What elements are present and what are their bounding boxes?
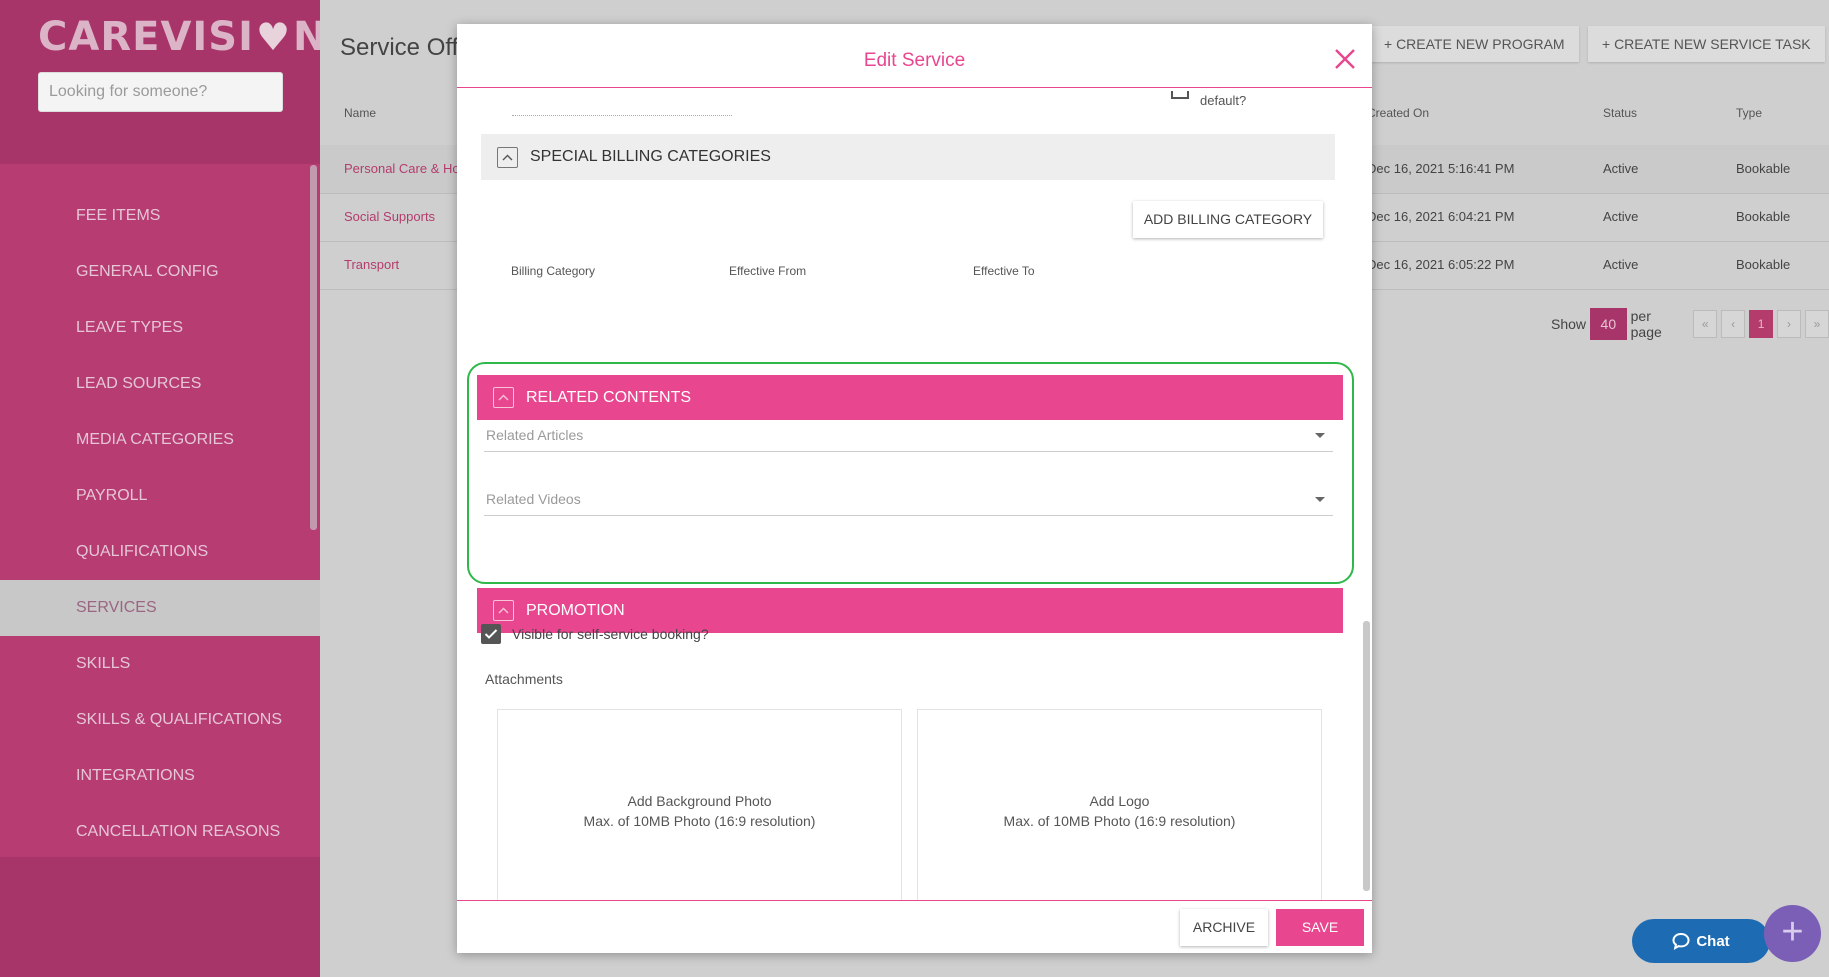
billing-section-title: SPECIAL BILLING CATEGORIES: [530, 148, 771, 165]
logo-upload-title: Add Logo: [1089, 793, 1150, 809]
default-label: default?: [1200, 93, 1247, 108]
column-header-status[interactable]: Status: [1603, 106, 1637, 120]
add-fab-button[interactable]: +: [1764, 905, 1821, 962]
sidebar: CAREVISI ♥ N Looking for someone? FEE ITEM…: [0, 0, 327, 977]
row-status: Active: [1603, 257, 1639, 272]
row-type: Bookable: [1736, 209, 1791, 224]
column-header-billing-category: Billing Category: [511, 264, 596, 278]
add-billing-category-button[interactable]: ADD BILLING CATEGORY: [1133, 201, 1323, 238]
logo-upload[interactable]: Add Logo Max. of 10MB Photo (16:9 resolu…: [917, 709, 1322, 900]
related-contents-section-header[interactable]: RELATED CONTENTS: [477, 375, 1343, 420]
per-page-label: per page: [1630, 308, 1662, 340]
page-number-button[interactable]: 1: [1749, 310, 1774, 338]
column-header-type[interactable]: Type: [1736, 106, 1762, 120]
modal-footer: ARCHIVE SAVE: [457, 900, 1372, 953]
show-label: Show: [1551, 316, 1587, 332]
modal-header: Edit Service: [457, 24, 1372, 88]
sidebar-scrollbar[interactable]: [310, 165, 317, 530]
column-header-name[interactable]: Name: [344, 106, 376, 120]
default-checkbox[interactable]: [1171, 91, 1189, 99]
column-header-created[interactable]: Created On: [1367, 106, 1429, 120]
create-service-task-button[interactable]: + CREATE NEW SERVICE TASK: [1588, 26, 1825, 62]
sidebar-item-skills[interactable]: SKILLS: [0, 636, 320, 692]
checkmark-icon: [484, 629, 498, 639]
sidebar-item-media-categories[interactable]: MEDIA CATEGORIES: [0, 412, 320, 468]
related-videos-placeholder: Related Videos: [486, 491, 581, 507]
logo-text-start: CAREVISI: [38, 14, 254, 60]
background-photo-hint: Max. of 10MB Photo (16:9 resolution): [583, 813, 816, 829]
sidebar-item-cancellation-reasons[interactable]: CANCELLATION REASONS: [0, 804, 320, 860]
last-page-button[interactable]: »: [1805, 310, 1829, 338]
logo-upload-hint: Max. of 10MB Photo (16:9 resolution): [1003, 813, 1236, 829]
column-header-effective-from: Effective From: [729, 264, 807, 278]
app-logo[interactable]: CAREVISI ♥ N: [38, 14, 327, 60]
sidebar-header: CAREVISI ♥ N Looking for someone?: [0, 0, 327, 164]
chat-bubble-icon: [1672, 932, 1690, 950]
sidebar-item-fee-items[interactable]: FEE ITEMS: [0, 188, 320, 244]
row-status: Active: [1603, 161, 1639, 176]
row-created: Dec 16, 2021 5:16:41 PM: [1367, 161, 1515, 176]
modal-body: default? SPECIAL BILLING CATEGORIES ADD …: [457, 89, 1372, 900]
caret-down-icon: [1315, 497, 1325, 502]
related-contents-title: RELATED CONTENTS: [526, 388, 692, 406]
sidebar-item-general-config[interactable]: GENERAL CONFIG: [0, 244, 320, 300]
sidebar-nav: FEE ITEMS GENERAL CONFIG LEAVE TYPES LEA…: [0, 188, 320, 860]
column-header-effective-to: Effective To: [973, 264, 1035, 278]
create-program-button[interactable]: + CREATE NEW PROGRAM: [1370, 26, 1579, 62]
promotion-title: PROMOTION: [526, 601, 625, 619]
attachments-label: Attachments: [485, 671, 563, 687]
related-articles-placeholder: Related Articles: [486, 427, 584, 443]
per-page-select[interactable]: 40: [1590, 308, 1627, 340]
sidebar-item-services[interactable]: SERVICES: [0, 580, 320, 636]
heart-icon: ♥: [255, 15, 292, 59]
row-type: Bookable: [1736, 161, 1791, 176]
caret-down-icon: [1315, 433, 1325, 438]
plus-icon: +: [1781, 911, 1804, 953]
next-page-button[interactable]: ›: [1777, 310, 1802, 338]
prev-page-button[interactable]: ‹: [1721, 310, 1746, 338]
background-photo-upload[interactable]: Add Background Photo Max. of 10MB Photo …: [497, 709, 902, 900]
chat-label: Chat: [1696, 932, 1730, 950]
sidebar-item-payroll[interactable]: PAYROLL: [0, 468, 320, 524]
chevron-up-icon: [493, 600, 514, 621]
sidebar-item-skills-qualifications[interactable]: SKILLS & QUALIFICATIONS: [0, 692, 320, 748]
sidebar-item-lead-sources[interactable]: LEAD SOURCES: [0, 356, 320, 412]
chevron-up-icon: [493, 387, 514, 408]
billing-section-header[interactable]: SPECIAL BILLING CATEGORIES: [481, 134, 1335, 180]
self-service-checkbox[interactable]: [481, 624, 501, 644]
sidebar-item-leave-types[interactable]: LEAVE TYPES: [0, 300, 320, 356]
modal-scrollbar[interactable]: [1363, 621, 1370, 891]
row-created: Dec 16, 2021 6:04:21 PM: [1367, 209, 1515, 224]
pagination: Show 40 per page « ‹ 1 › »: [1551, 308, 1829, 340]
close-icon[interactable]: [1334, 48, 1356, 70]
chevron-up-icon: [497, 146, 518, 168]
self-service-label: Visible for self-service booking?: [512, 626, 709, 642]
background-photo-title: Add Background Photo: [627, 793, 772, 809]
sidebar-item-qualifications[interactable]: QUALIFICATIONS: [0, 524, 320, 580]
row-created: Dec 16, 2021 6:05:22 PM: [1367, 257, 1515, 272]
first-page-button[interactable]: «: [1693, 310, 1718, 338]
sidebar-footer: [0, 857, 320, 977]
save-button[interactable]: SAVE: [1276, 909, 1364, 946]
sidebar-item-integrations[interactable]: INTEGRATIONS: [0, 748, 320, 804]
related-videos-select[interactable]: Related Videos: [484, 488, 1333, 516]
related-articles-select[interactable]: Related Articles: [484, 424, 1333, 452]
row-name-link[interactable]: Transport: [344, 257, 399, 272]
edit-service-modal: Edit Service default? SPECIAL BILLING CA…: [457, 24, 1372, 953]
row-status: Active: [1603, 209, 1639, 224]
row-type: Bookable: [1736, 257, 1791, 272]
modal-title: Edit Service: [863, 50, 966, 71]
row-name-link[interactable]: Social Supports: [344, 209, 435, 224]
archive-button[interactable]: ARCHIVE: [1180, 909, 1268, 946]
search-input[interactable]: Looking for someone?: [38, 72, 283, 112]
field-underline: [512, 115, 732, 116]
chat-button[interactable]: Chat: [1632, 919, 1770, 963]
